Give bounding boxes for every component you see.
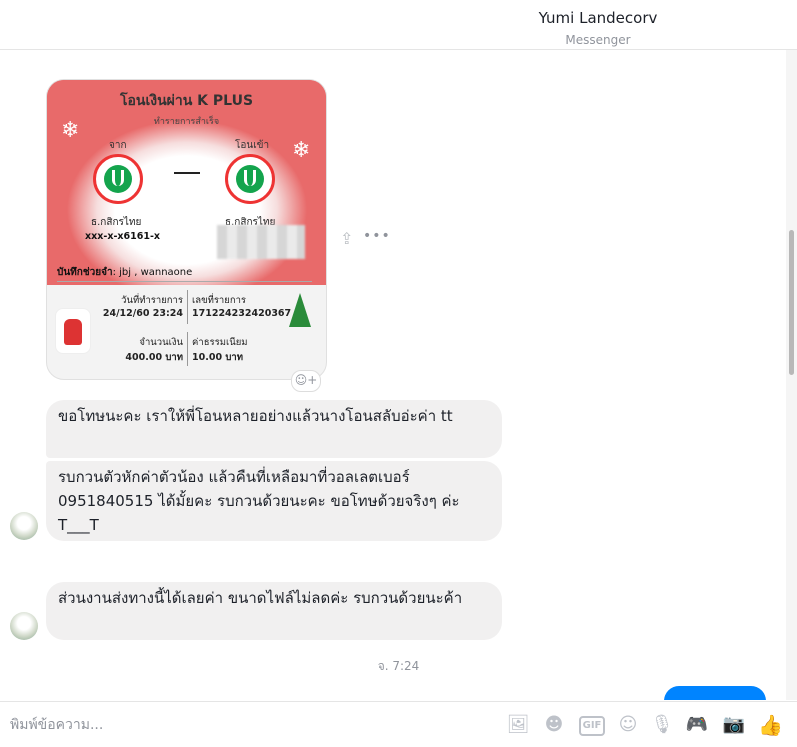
from-label: จาก [109,140,127,151]
to-label: โอนเข้า [235,140,270,151]
christmas-tree-icon [289,293,311,327]
ref-value: 171224232420367 [192,308,292,319]
santa-sticker-icon [55,308,91,354]
message-bubble[interactable]: ขอโทษนะคะ เราให้พี่โอนหลายอย่างแล้วนางโอ… [46,400,502,458]
microphone-icon[interactable]: 🎙 [650,715,674,735]
gif-icon[interactable]: GIF [579,716,605,736]
fee-value: 10.00 บาท [192,352,243,363]
camera-icon[interactable]: 📷 [722,715,746,735]
divider [187,290,188,324]
message-thread: ❄ ❄ โอนเงินผ่าน K PLUS ทำรายการสำเร็จ จา… [0,50,786,700]
date-value: 24/12/60 23:24 [102,308,183,319]
share-icon[interactable]: ⇪ [340,229,353,248]
amount-value: 400.00 บาท [125,352,183,363]
message-input[interactable] [8,710,492,740]
receipt-memo: บันทึกช่วยจำ: jbj , wannaone [57,265,192,280]
contact-name[interactable]: Yumi Landecorv [0,9,797,27]
date-label: วันที่ทำรายการ [121,295,183,306]
receipt-status: ทำรายการสำเร็จ [153,117,220,127]
divider [57,281,312,282]
sticker-icon[interactable]: ☻ [542,715,566,735]
amount-label: จำนวนเงิน [139,337,183,348]
composer: 🖼 ☻ GIF ☺ 🎙 🎮 📷 👍 [0,701,797,747]
fee-label: ค่าธรรมเนียม [192,337,248,348]
sent-message-bubble[interactable] [664,686,766,700]
kbank-logo-icon [225,154,275,204]
conversation-header: Yumi Landecorv Messenger [0,0,797,50]
avatar[interactable] [10,612,38,640]
photo-icon[interactable]: 🖼 [506,715,530,735]
arrow-icon [174,172,200,174]
message-bubble[interactable]: รบกวนตัวหักค่าตัวน้อง แล้วคืนที่เหลือมาท… [46,461,502,541]
avatar[interactable] [10,512,38,540]
thumbs-up-icon[interactable]: 👍 [758,715,783,735]
memo-label: บันทึกช่วยจำ [57,267,113,278]
message-bubble[interactable]: ส่วนงานส่งทางนี้ได้เลยค่า ขนาดไฟล์ไม่ลดค… [46,582,502,640]
scrollbar[interactable] [786,50,797,700]
message-timestamp: จ. 7:24 [377,659,420,673]
receipt-title: โอนเงินผ่าน K PLUS [119,93,254,109]
transfer-receipt-image[interactable]: ❄ ❄ โอนเงินผ่าน K PLUS ทำรายการสำเร็จ จา… [46,79,327,380]
scrollbar-thumb[interactable] [789,230,794,375]
from-bank: ธ.กสิกรไทย [91,217,142,228]
contact-subtitle: Messenger [565,33,631,47]
more-icon[interactable]: ••• [363,228,391,244]
kbank-logo-icon [93,154,143,204]
add-reaction-icon[interactable]: ☺+ [291,370,321,392]
memo-value: : jbj , wannaone [112,267,193,278]
snowflake-icon: ❄ [292,138,311,163]
redacted-account [217,225,305,259]
divider [187,332,188,366]
ref-label: เลขที่รายการ [192,295,247,306]
emoji-icon[interactable]: ☺ [616,715,640,735]
from-account: xxx-x-x6161-x [85,231,161,242]
game-controller-icon[interactable]: 🎮 [685,715,709,735]
